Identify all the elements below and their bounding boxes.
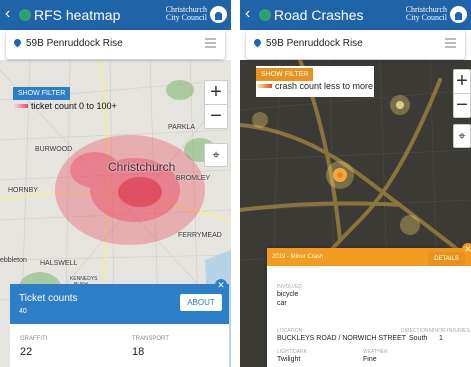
council-name-line2: City Council — [165, 13, 207, 22]
panel-header: Ticket counts 40 ABOUT — [10, 284, 229, 324]
car-icon — [259, 9, 271, 21]
address-text[interactable]: 59B Penruddock Rise — [266, 38, 363, 49]
road-crashes-screen: ‹ Road Crashes Christchurch City Council… — [240, 0, 471, 367]
council-name-line2: City Council — [405, 13, 447, 22]
back-arrow-icon[interactable]: ‹ — [5, 4, 10, 24]
details-button[interactable]: DETAILS — [428, 252, 465, 266]
involved-value-0: bicycle — [277, 291, 299, 298]
zoom-control: + − — [453, 69, 471, 118]
direction-value: South — [409, 335, 428, 342]
show-filter-button[interactable]: SHOW FILTER — [13, 87, 71, 100]
involved-value-1: car — [277, 300, 287, 307]
stat-value-graffiti: 22 — [20, 346, 33, 358]
location-value: BUCKLEYS ROAD / NORWICH STREET — [277, 335, 407, 342]
involved-label: INVOLVED — [277, 284, 302, 290]
map-label-halswell: HALSWELL — [40, 260, 78, 267]
weather-label: WEATHER — [363, 349, 388, 355]
map-label-bromley: BROMLEY — [176, 175, 211, 182]
ticket-count-value: 40 — [19, 308, 27, 315]
council-logo-icon — [450, 6, 467, 23]
zoom-out-button[interactable]: − — [205, 104, 227, 128]
address-text[interactable]: 59B Penruddock Rise — [26, 38, 123, 49]
rfs-heatmap-screen: PARKLA BURWOOD Christchurch BROMLEY HORN… — [0, 0, 231, 367]
light-label: LIGHT/DARK — [277, 349, 308, 355]
zoom-control: + − — [204, 80, 228, 129]
legend-text: crash count less to more — [275, 81, 374, 91]
search-icon — [19, 9, 31, 21]
back-arrow-icon[interactable]: ‹ — [245, 4, 250, 24]
crash-details-panel: 2019 - Minor Crash DETAILS ✕ INVOLVED bi… — [267, 243, 471, 367]
direction-label: DIRECTION — [401, 328, 429, 334]
filter-box: SHOW FILTER crash count less to more — [256, 66, 374, 97]
page-title: Road Crashes — [274, 7, 364, 23]
zoom-out-button[interactable]: − — [454, 93, 470, 117]
map-label-ebbleton: ebbleton — [0, 257, 27, 264]
app-header: ‹ Road Crashes Christchurch City Council — [240, 0, 471, 30]
map-label-ferrymead: FERRYMEAD — [178, 232, 222, 239]
stat-value-transport: 18 — [132, 346, 145, 358]
minor-injuries-label: MINOR INJURIES — [429, 328, 470, 334]
zoom-in-button[interactable]: + — [205, 81, 227, 104]
map-label-parklands: PARKLA — [168, 124, 196, 131]
panel-title: Ticket counts — [19, 293, 78, 304]
address-search-bar[interactable]: 59B Penruddock Rise — [246, 30, 465, 59]
show-filter-button[interactable]: SHOW FILTER — [256, 68, 314, 81]
location-label: LOCATION — [277, 328, 303, 334]
stat-label-graffiti: GRAFFITI — [20, 336, 48, 342]
panel-header: 2019 - Minor Crash DETAILS — [267, 248, 471, 266]
heatmap-legend: ticket count 0 to 100+ — [14, 101, 117, 111]
close-icon[interactable]: ✕ — [462, 243, 471, 255]
list-icon[interactable] — [205, 38, 216, 50]
app-header: ‹ RFS heatmap Christchurch City Council — [0, 0, 231, 30]
address-search-bar[interactable]: 59B Penruddock Rise — [6, 30, 225, 59]
stat-label-transport: TRANSPORT — [132, 336, 169, 342]
list-icon[interactable] — [445, 38, 456, 50]
crash-legend: crash count less to more — [258, 81, 373, 91]
about-button[interactable]: ABOUT — [180, 294, 222, 311]
council-logo-icon — [210, 6, 227, 23]
close-icon[interactable]: ✕ — [215, 279, 227, 291]
legend-gradient — [14, 104, 28, 108]
legend-text: ticket count 0 to 100+ — [31, 101, 117, 111]
map-label-burwood: BURWOOD — [35, 146, 73, 153]
ticket-counts-panel: Ticket counts 40 ABOUT ✕ GRAFFITI 22 TRA… — [10, 279, 229, 367]
map-pin-icon — [252, 37, 263, 48]
map-pin-icon — [12, 37, 23, 48]
map-label-hornby: HORNBY — [8, 187, 38, 194]
locate-icon[interactable]: ⌖ — [204, 143, 228, 167]
map-label-christchurch: Christchurch — [108, 160, 176, 174]
light-value: Twilight — [277, 356, 301, 363]
page-title: RFS heatmap — [34, 7, 121, 23]
minor-injuries-value: 1 — [439, 335, 443, 342]
zoom-in-button[interactable]: + — [454, 70, 470, 93]
weather-value: Fine — [363, 356, 377, 363]
locate-icon[interactable]: ⌖ — [453, 124, 471, 148]
council-logo-text: Christchurch City Council — [166, 6, 207, 22]
council-logo-text: Christchurch City Council — [406, 6, 447, 22]
crash-title: 2019 - Minor Crash — [272, 254, 324, 260]
legend-gradient — [258, 84, 272, 88]
